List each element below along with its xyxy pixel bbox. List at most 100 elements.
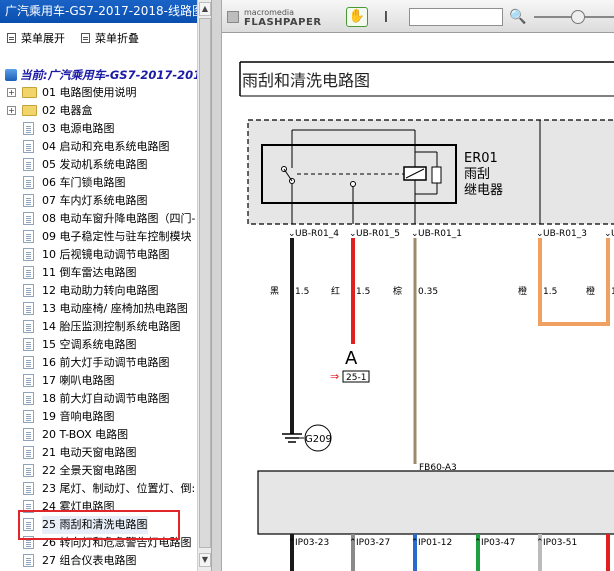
bottom-pin-label: IP01-12	[418, 538, 452, 548]
wire-color-label: 棕	[393, 285, 402, 297]
folder-icon	[22, 87, 37, 98]
tree-item[interactable]: 17 喇叭电路图	[0, 372, 197, 390]
text-cursor-icon: I	[383, 8, 389, 26]
collapse-menu-label: 菜单折叠	[95, 32, 139, 45]
tree-item-label: 07 车内灯系统电路图	[42, 194, 148, 207]
tree-item-label: 18 前大灯自动调节电路图	[42, 392, 170, 405]
tree-item[interactable]: 21 电动天窗电路图	[0, 444, 197, 462]
pin-label: UB-R01_5	[356, 229, 400, 239]
pin-label: UB-R01_3	[543, 229, 587, 239]
tree-item[interactable]: 04 启动和充电系统电路图	[0, 138, 197, 156]
tree-item[interactable]: 15 空调系统电路图	[0, 336, 197, 354]
document-icon	[23, 212, 34, 225]
list-icon	[7, 33, 16, 43]
search-input[interactable]	[409, 8, 503, 26]
tree-item[interactable]: 20 T-BOX 电路图	[0, 426, 197, 444]
document-icon	[23, 410, 34, 423]
navigation-pane: 广汽乘用车-GS7-2017-2018-线路图 菜单展开 菜单折叠 当前:广汽乘…	[0, 0, 211, 571]
tree-item[interactable]: 13 电动座椅/ 座椅加热电路图	[0, 300, 197, 318]
tree-item[interactable]: +01 电路图使用说明	[0, 84, 197, 102]
wire-color-label: 橙	[518, 285, 527, 297]
diagram-canvas[interactable]: 雨刮和清洗电路图 ER01 雨刮 继电器 ⌄ UB-R01_4 ⌄ UB-R01…	[222, 34, 614, 571]
scroll-up-icon[interactable]: ▲	[199, 2, 211, 16]
document-icon	[23, 194, 34, 207]
viewer-toolbar: macromedia FLASHPAPER ✋ I 🔍	[222, 0, 614, 33]
tree-item[interactable]: 06 车门锁电路图	[0, 174, 197, 192]
tree-item[interactable]: 05 发动机系统电路图	[0, 156, 197, 174]
bottom-pin-labels: ⌃ IP03-23 ⌃ IP03-27 ⌃ IP01-12 ⌃ IP03-47 ⌃ IP03-51	[288, 534, 610, 571]
tree-item-label: 15 空调系统电路图	[42, 338, 137, 351]
window-title: 广汽乘用车-GS7-2017-2018-线路图	[0, 0, 197, 23]
expand-toggle-icon[interactable]: +	[7, 88, 16, 97]
document-icon	[23, 428, 34, 441]
tree-item-label: 01 电路图使用说明	[42, 86, 137, 99]
tree-item[interactable]: 11 倒车雷达电路图	[0, 264, 197, 282]
document-icon	[23, 176, 34, 189]
text-select-button[interactable]: I	[378, 8, 394, 26]
search-icon[interactable]: 🔍	[509, 8, 526, 26]
tree-item[interactable]: 12 电动助力转向电路图	[0, 282, 197, 300]
tree-item[interactable]: 07 车内灯系统电路图	[0, 192, 197, 210]
resistor	[431, 166, 442, 184]
tree-item-label: 08 电动车窗升降电路图（四门-	[42, 212, 196, 225]
tree-item[interactable]: 16 前大灯手动调节电路图	[0, 354, 197, 372]
hand-tool-button[interactable]: ✋	[346, 7, 368, 27]
tree-item[interactable]: 27 组合仪表电路图	[0, 552, 197, 570]
expand-menu-button[interactable]: 菜单展开	[7, 31, 65, 47]
expand-toggle-icon[interactable]: +	[7, 106, 16, 115]
collapse-menu-button[interactable]: 菜单折叠	[81, 31, 139, 47]
document-icon	[23, 464, 34, 477]
tree-item[interactable]: 22 全景天窗电路图	[0, 462, 197, 480]
document-icon	[23, 392, 34, 405]
tree-item-label: 19 音响电路图	[42, 410, 115, 423]
document-icon	[23, 284, 34, 297]
relay-module-box	[247, 119, 614, 225]
vertical-scrollbar[interactable]: ▲ ▼	[197, 0, 211, 571]
document-icon	[23, 140, 34, 153]
tree-item[interactable]: 18 前大灯自动调节电路图	[0, 390, 197, 408]
book-icon	[5, 69, 17, 81]
tree-item[interactable]: +02 电器盒	[0, 102, 197, 120]
tree-item[interactable]: 14 胎压监测控制系统电路图	[0, 318, 197, 336]
tree-item[interactable]: 23 尾灯、制动灯、位置灯、倒:	[0, 480, 197, 498]
pin-label: UB-R01_1	[418, 229, 462, 239]
tree-item-label: 10 后视镜电动调节电路图	[42, 248, 170, 261]
relay-name-line2: 继电器	[464, 183, 503, 198]
document-icon	[23, 446, 34, 459]
scroll-down-icon[interactable]: ▼	[199, 553, 211, 567]
tree-item[interactable]: 03 电源电路图	[0, 120, 197, 138]
pin-label: UB-R01_4	[295, 229, 339, 239]
selection-highlight-box	[18, 510, 180, 540]
tree-item-label: 03 电源电路图	[42, 122, 115, 135]
document-icon	[23, 338, 34, 351]
tree-item[interactable]: 19 音响电路图	[0, 408, 197, 426]
tree-item-label: 20 T-BOX 电路图	[42, 428, 129, 441]
bottom-pin-label: IP03-51	[543, 538, 577, 548]
pane-splitter[interactable]	[211, 0, 222, 571]
tree-item[interactable]: 08 电动车窗升降电路图（四门-	[0, 210, 197, 228]
wire-color-label: 橙	[586, 285, 595, 297]
document-icon	[23, 356, 34, 369]
bcm-module-box	[257, 470, 614, 535]
wire-gauge-label: 1.5	[356, 287, 370, 297]
contact-no	[350, 181, 356, 187]
zoom-slider-thumb[interactable]	[571, 10, 585, 24]
tree-item[interactable]: 10 后视镜电动调节电路图	[0, 246, 197, 264]
tree-item[interactable]: 09 电子稳定性与驻车控制模块	[0, 228, 197, 246]
tree-item-label: 11 倒车雷达电路图	[42, 266, 137, 279]
app-window: 广汽乘用车-GS7-2017-2018-线路图 菜单展开 菜单折叠 当前:广汽乘…	[0, 0, 614, 571]
document-icon	[23, 374, 34, 387]
document-icon	[23, 248, 34, 261]
connector-ref: 25-1	[346, 373, 366, 383]
tree-item-label: 02 电器盒	[42, 104, 93, 117]
document-icon	[23, 320, 34, 333]
document-icon	[23, 158, 34, 171]
diagram-title: 雨刮和清洗电路图	[242, 71, 370, 90]
wire-orange-loop	[538, 238, 610, 326]
document-icon	[23, 302, 34, 315]
tree-root[interactable]: 当前:广汽乘用车-GS7-2017-2018-	[5, 67, 211, 83]
scroll-thumb[interactable]	[199, 18, 211, 548]
document-icon	[23, 230, 34, 243]
bottom-pin-label: IP03-47	[481, 538, 515, 548]
wire-labels: 黑1.5红1.5棕0.35橙1.5橙1.5	[270, 285, 614, 297]
